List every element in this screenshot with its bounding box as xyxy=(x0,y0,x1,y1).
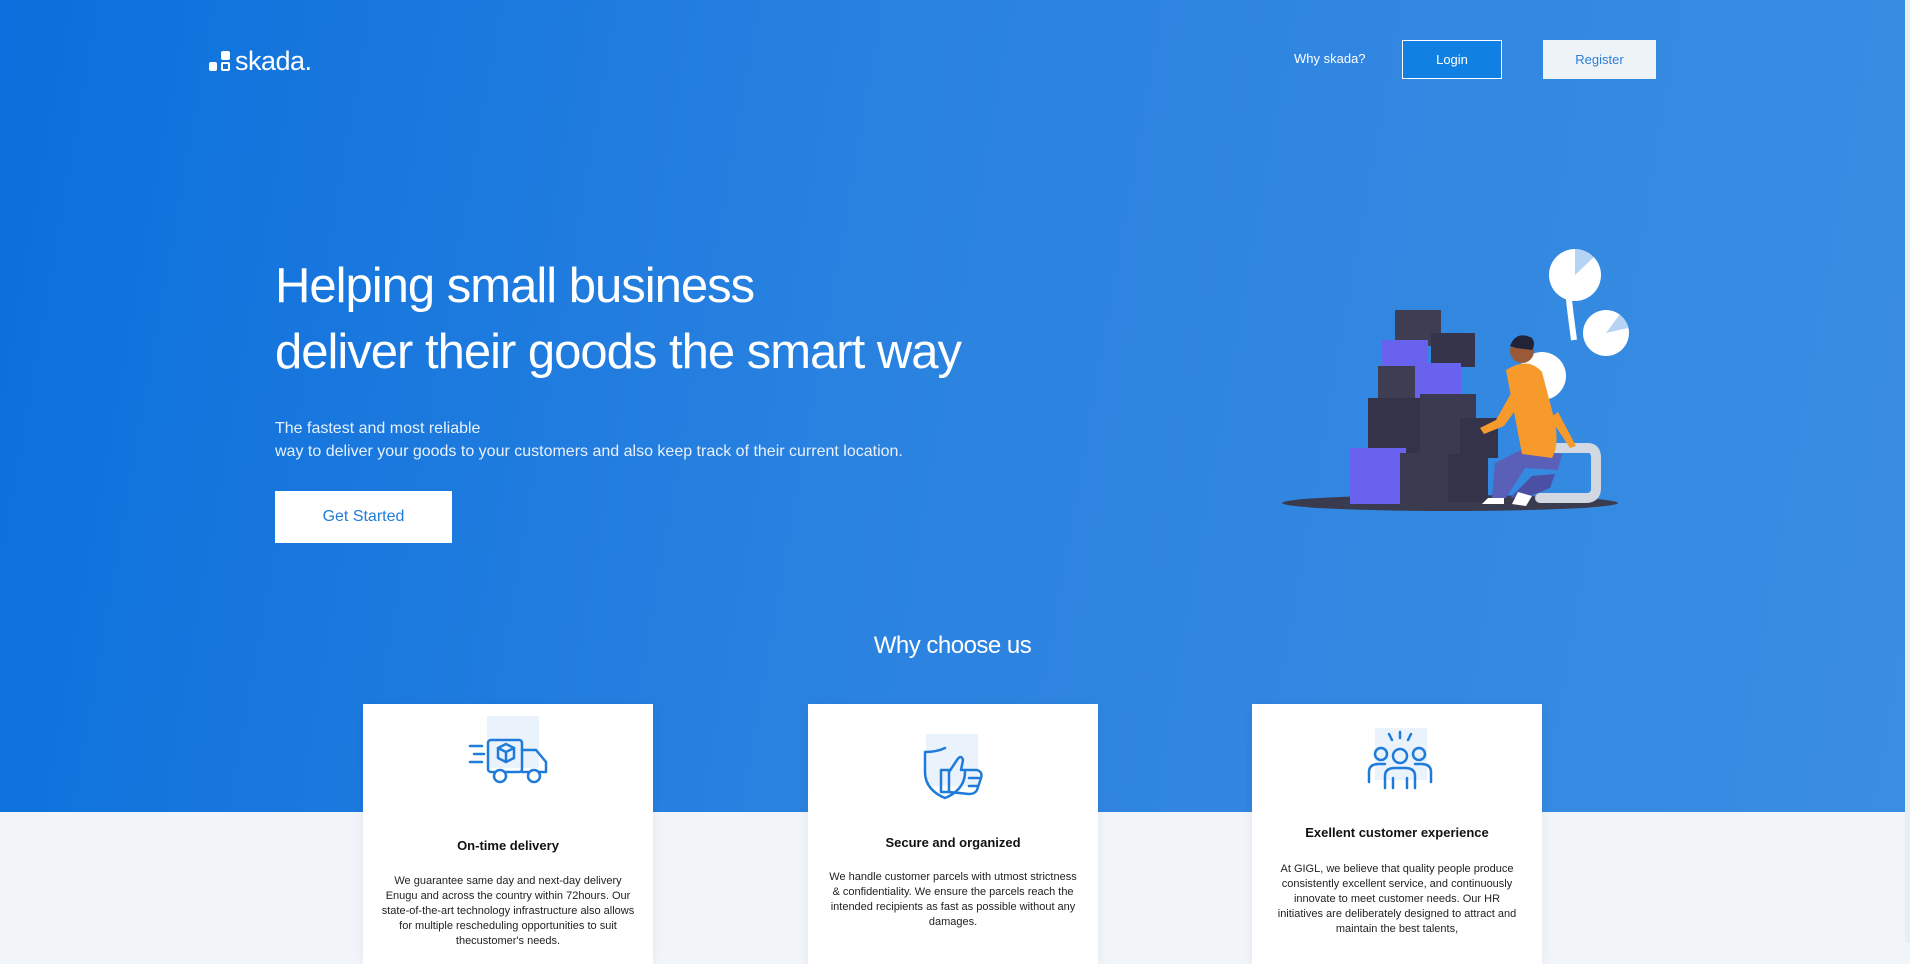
why-choose-us-title: Why choose us xyxy=(873,632,1032,659)
hero-subtitle-line1: The fastest and most reliable xyxy=(275,420,481,437)
delivery-person-boxes-illustration xyxy=(1282,248,1629,511)
register-button[interactable]: Register xyxy=(1543,40,1656,79)
feature-title-experience: Exellent customer experience xyxy=(1305,825,1489,840)
hero-headline: Helping small business deliver their goo… xyxy=(275,253,995,385)
login-button[interactable]: Login xyxy=(1402,40,1502,79)
feature-text-experience: At GIGL, we believe that quality people … xyxy=(1277,863,1517,935)
thumbs-up-shield-icon xyxy=(923,746,983,800)
feature-title-on-time: On-time delivery xyxy=(457,838,559,853)
delivery-truck-icon xyxy=(468,738,548,784)
feature-text-on-time: We guarantee same day and next-day deliv… xyxy=(381,875,635,947)
logo[interactable]: skada. xyxy=(209,46,312,77)
hero-subtitle: The fastest and most reliable way to del… xyxy=(275,417,903,463)
feature-card-secure: Secure and organized We handle customer … xyxy=(808,704,1098,964)
feature-text-secure: We handle customer parcels with utmost s… xyxy=(829,871,1077,928)
logo-mark-icon xyxy=(209,50,231,74)
feature-card-experience: Exellent customer experience At GIGL, we… xyxy=(1252,704,1542,964)
nav-why-skada-link[interactable]: Why skada? xyxy=(1294,51,1366,66)
logo-text: skada. xyxy=(235,46,312,76)
hero-subtitle-line2: way to deliver your goods to your custom… xyxy=(275,443,903,460)
get-started-button[interactable]: Get Started xyxy=(275,491,452,543)
feature-title-secure: Secure and organized xyxy=(885,835,1021,850)
scrollbar[interactable] xyxy=(1905,0,1910,943)
feature-card-on-time: On-time delivery We guarantee same day a… xyxy=(363,704,653,964)
hero-headline-line1: Helping small business xyxy=(275,259,755,313)
hero-headline-line2: deliver their goods the smart way xyxy=(275,325,962,379)
team-people-icon xyxy=(1367,730,1433,790)
